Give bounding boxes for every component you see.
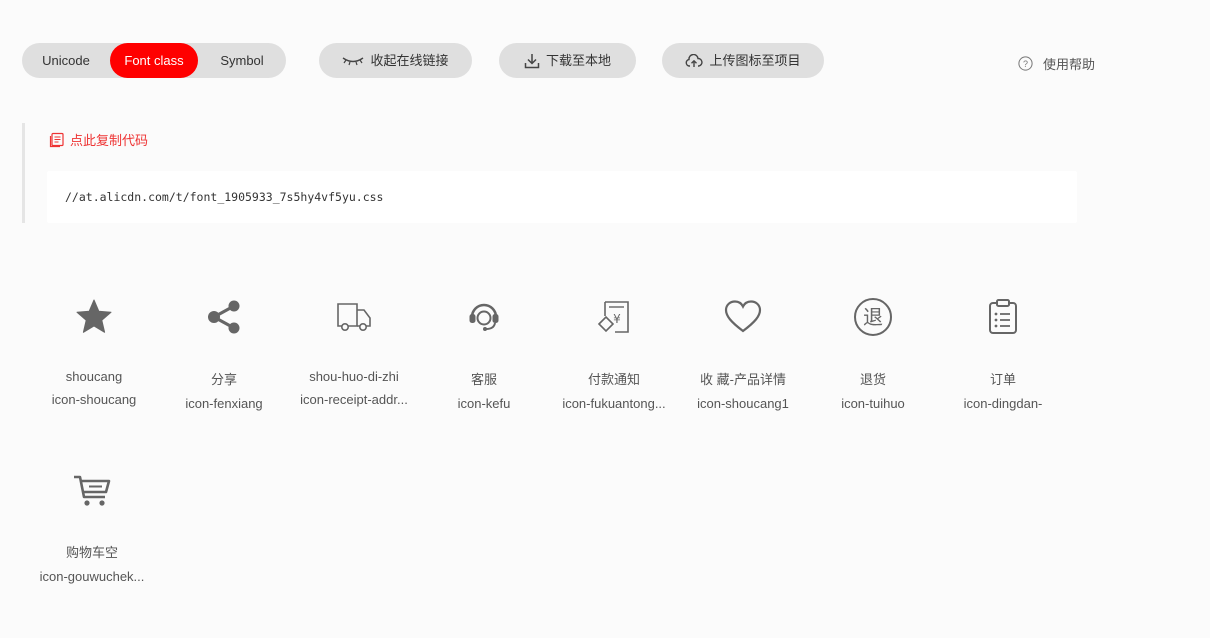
svg-text:¥: ¥	[613, 312, 621, 326]
icon-card-kefu[interactable]: 客服 icon-kefu	[419, 297, 549, 411]
icon-card-tuihuo[interactable]: 退 退货 icon-tuihuo	[808, 297, 938, 411]
star-icon	[76, 299, 112, 333]
copy-doc-icon	[49, 132, 64, 147]
icon-card-fenxiang[interactable]: 分享 icon-fenxiang	[159, 297, 289, 411]
icon-card-shou-huo-di-zhi[interactable]: shou-huo-di-zhi icon-receipt-addr...	[289, 297, 419, 407]
css-url-text: //at.alicdn.com/t/font_1905933_7s5hy4vf5…	[65, 190, 384, 204]
icon-name: 订单	[989, 372, 1016, 387]
upload-label: 上传图标至项目	[709, 53, 801, 68]
icon-card-fukuantongzhi[interactable]: ¥ 付款通知 icon-fukuantong...	[549, 297, 679, 411]
icon-class-name: icon-kefu	[457, 396, 511, 411]
icon-name: shoucang	[65, 369, 123, 384]
return-icon: 退	[854, 298, 892, 336]
copy-code-link[interactable]: 点此复制代码	[49, 130, 148, 149]
icon-class-name: icon-gouwuchek...	[39, 569, 145, 584]
icon-name: shou-huo-di-zhi	[309, 369, 399, 384]
payment-notice-icon: ¥	[597, 301, 629, 333]
share-icon	[208, 300, 240, 334]
truck-icon	[337, 303, 371, 331]
icon-class-name: icon-receipt-addr...	[300, 392, 408, 407]
icon-name: 分享	[210, 372, 237, 387]
css-code-block: 点此复制代码 //at.alicdn.com/t/font_1905933_7s…	[22, 123, 1079, 223]
icon-class-name: icon-fenxiang	[185, 396, 263, 411]
icon-class-name: icon-tuihuo	[841, 396, 905, 411]
download-button[interactable]: 下载至本地	[499, 43, 636, 78]
icon-card-shoucang[interactable]: shoucang icon-shoucang	[29, 297, 159, 407]
collapse-link-label: 收起在线链接	[370, 53, 449, 68]
tab-unicode[interactable]: Unicode	[22, 43, 110, 78]
icon-name: 客服	[470, 372, 497, 387]
headset-icon	[469, 303, 499, 331]
icon-class-name: icon-dingdan-	[963, 396, 1043, 411]
icon-card-gouwuchekong[interactable]: 购物车空 icon-gouwuchek...	[27, 470, 157, 584]
help-link[interactable]: ? 使用帮助	[1018, 54, 1095, 73]
copy-code-label: 点此复制代码	[70, 133, 149, 148]
icon-name: 收 藏-产品详情	[700, 372, 786, 387]
icon-name: 购物车空	[65, 545, 118, 560]
collapse-link-button[interactable]: 收起在线链接	[319, 43, 472, 78]
cloud-upload-icon	[686, 53, 704, 67]
clipboard-icon	[989, 299, 1017, 334]
css-url-box[interactable]: //at.alicdn.com/t/font_1905933_7s5hy4vf5…	[47, 171, 1077, 223]
icon-name: 付款通知	[587, 372, 640, 387]
upload-button[interactable]: 上传图标至项目	[662, 43, 824, 78]
download-icon	[524, 53, 540, 68]
eye-closed-icon	[343, 56, 364, 65]
tab-font-class[interactable]: Font class	[110, 43, 198, 78]
icon-class-name: icon-shoucang	[51, 392, 137, 407]
cart-icon	[74, 475, 111, 506]
icon-class-name: icon-fukuantong...	[562, 396, 666, 411]
icon-card-dingdan[interactable]: 订单 icon-dingdan-	[938, 297, 1068, 411]
svg-text:?: ?	[1023, 59, 1028, 69]
question-circle-icon: ?	[1018, 56, 1033, 71]
tab-symbol[interactable]: Symbol	[198, 43, 286, 78]
icon-name: 退货	[859, 372, 886, 387]
format-tabs: Unicode Font class Symbol	[22, 43, 286, 78]
heart-icon	[724, 300, 762, 333]
help-label: 使用帮助	[1043, 57, 1096, 72]
icon-class-name: icon-shoucang1	[697, 396, 789, 411]
icon-card-shoucang1[interactable]: 收 藏-产品详情 icon-shoucang1	[678, 297, 808, 411]
download-label: 下载至本地	[545, 53, 611, 68]
svg-text:退: 退	[863, 305, 883, 329]
